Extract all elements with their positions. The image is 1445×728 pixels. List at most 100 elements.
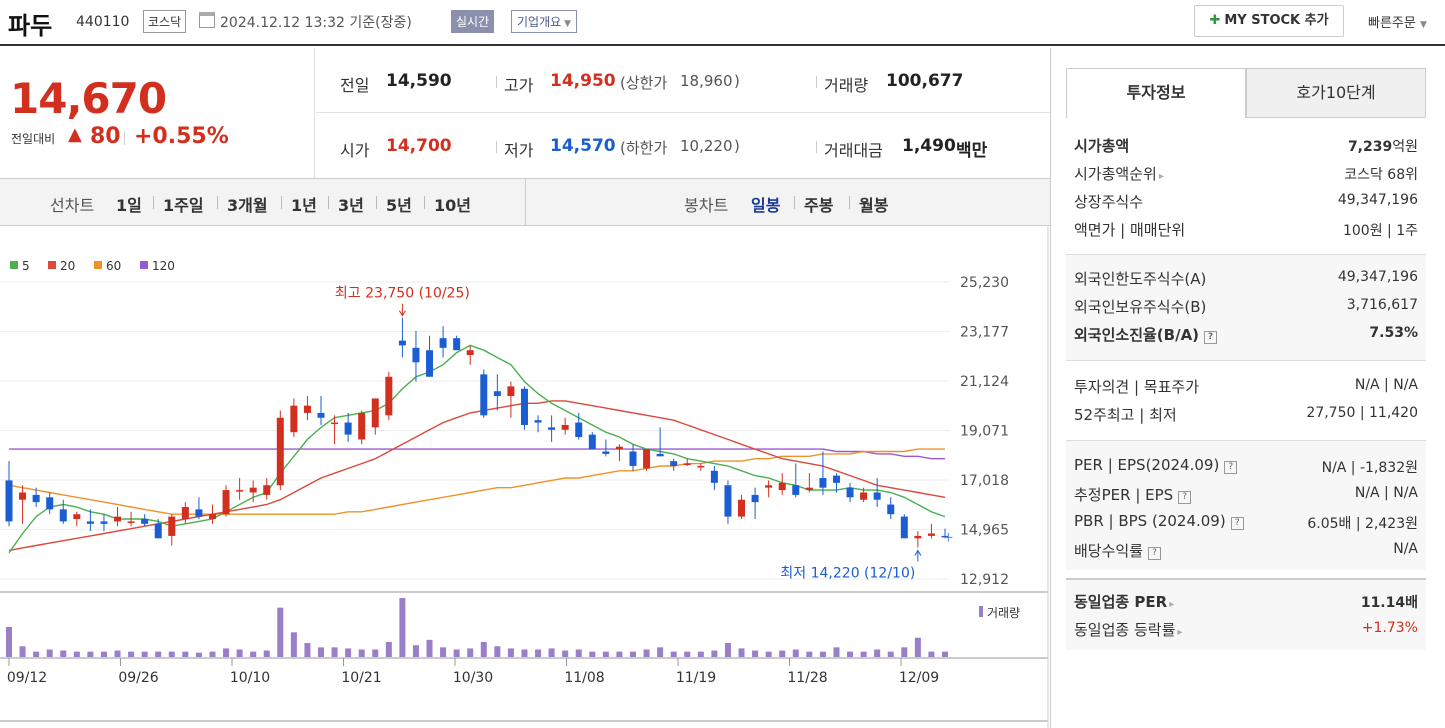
tab-candle-chart[interactable]: 봉차트	[684, 192, 728, 216]
candle-body	[59, 509, 67, 522]
candle-body	[154, 523, 162, 539]
quote-datetime: 2024.12.12 13:32 기준(장중)	[220, 15, 412, 31]
candle-body	[249, 487, 257, 493]
trade-amount-value: 1,490	[902, 136, 956, 156]
y-tick-label: 19,071	[960, 424, 1009, 440]
volume-bar	[507, 648, 514, 657]
candle-body	[222, 490, 230, 515]
mystock-add-label: MY STOCK 추가	[1224, 13, 1329, 28]
info-row: 52주최고 | 최저 27,750 | 11,420	[1066, 401, 1426, 429]
candle-body	[629, 451, 637, 466]
volume-bar	[141, 651, 148, 657]
tab-10year[interactable]: 10년	[434, 192, 471, 216]
volume-bar	[168, 651, 175, 657]
candle-body	[493, 391, 501, 397]
help-icon[interactable]: ?	[1148, 547, 1162, 560]
candle-body	[724, 485, 732, 517]
candle-body	[520, 388, 528, 425]
industry-per-label[interactable]: 동일업종 PER ▸	[1074, 591, 1174, 612]
info-row: 외국인보유주식수(B) 3,716,617	[1066, 293, 1426, 321]
market-cap-rank-label[interactable]: 시가총액순위 ▸	[1074, 163, 1164, 184]
volume-bar	[670, 651, 677, 657]
corp-info-dropdown[interactable]: 기업개요 ▼	[511, 10, 578, 33]
tab-1week[interactable]: 1주일	[163, 192, 204, 216]
candle-body	[778, 482, 786, 491]
candle-body	[805, 487, 813, 491]
stock-header: 파두 440110 코스닥 2024.12.12 13:32 기준(장중) 실시…	[0, 0, 1445, 46]
tab-weekly[interactable]: 주봉	[804, 192, 833, 216]
foreign-limit-value: 49,347,196	[1337, 269, 1418, 285]
tab-5year[interactable]: 5년	[386, 192, 412, 216]
opinion-value: N/A | N/A	[1354, 377, 1418, 393]
volume-bar	[250, 651, 257, 657]
candle-body	[561, 424, 569, 430]
candlestick-chart-svg[interactable]: 25,230 23,177 21,124 19,071 17,018 14,965 12,9…	[0, 226, 1050, 728]
volume-bar	[697, 651, 704, 657]
candle-body	[846, 487, 854, 498]
foreign-ratio-label: 외국인소진율(B/A)?	[1074, 324, 1218, 345]
candle-body	[832, 475, 840, 483]
stats-row-1: 전일 14,590 고가 14,950 (상한가 18,960 ) 거래량 10…	[316, 48, 1050, 113]
tab-invest-info[interactable]: 투자정보	[1066, 68, 1246, 118]
tab-monthly[interactable]: 월봉	[859, 192, 888, 216]
y-tick-label: 23,177	[960, 325, 1009, 341]
divider	[496, 76, 497, 88]
volume-bar	[46, 649, 53, 657]
corp-info-label: 기업개요	[517, 15, 562, 29]
y-tick-label: 14,965	[960, 523, 1009, 539]
industry-change-value: +1.73%	[1361, 620, 1418, 636]
stock-chart[interactable]: 25,230 23,177 21,124 19,071 17,018 14,965 12,9…	[0, 226, 1050, 728]
volume-bar	[724, 643, 731, 657]
volume-bar	[643, 649, 650, 657]
help-icon[interactable]: ?	[1204, 331, 1218, 344]
candle-body	[426, 350, 434, 377]
prev-close-value: 14,590	[386, 71, 452, 91]
candle-body	[670, 461, 678, 466]
foreign-holding-label: 외국인보유주식수(B)	[1074, 298, 1207, 316]
par-value-value: 100원 | 1주	[1342, 223, 1418, 239]
tab-1day[interactable]: 1일	[116, 192, 142, 216]
volume-bar	[412, 645, 419, 657]
prev-close-label: 전일	[340, 76, 370, 95]
volume-bar	[385, 641, 392, 657]
help-icon[interactable]: ?	[1224, 461, 1238, 474]
tab-3month[interactable]: 3개월	[227, 192, 268, 216]
y-tick-label: 12,912	[960, 572, 1009, 588]
volume-bar	[33, 651, 40, 657]
volume-bar	[100, 651, 107, 657]
price-change-percent: +0.55%	[134, 124, 229, 149]
volume-bar	[19, 646, 26, 657]
help-icon[interactable]: ?	[1178, 491, 1192, 504]
chevron-right-icon: ▸	[1177, 627, 1183, 638]
up-triangle-icon: ▲	[68, 124, 82, 145]
chevron-down-icon: ▼	[1419, 20, 1427, 30]
industry-change-label[interactable]: 동일업종 등락률 ▸	[1074, 619, 1182, 640]
tab-3year[interactable]: 3년	[338, 192, 364, 216]
chevron-right-icon: ▸	[1158, 171, 1164, 182]
help-icon[interactable]: ?	[1230, 517, 1244, 530]
volume-bar	[195, 652, 202, 657]
chart-tabs: 선차트 1일 1주일 3개월 1년 3년 5년 10년 봉차트 일봉 주봉 월봉	[0, 178, 1050, 226]
change-label: 전일대비	[11, 132, 56, 146]
info-row: PER | EPS(2024.09)? N/A | -1,832원	[1066, 453, 1426, 481]
candle-body	[900, 516, 908, 539]
legend-label-120: 120	[152, 259, 175, 273]
high-label: 고가	[504, 76, 534, 95]
tab-daily[interactable]: 일봉	[751, 192, 780, 216]
mystock-add-button[interactable]: ✚ MY STOCK 추가	[1194, 5, 1344, 37]
info-tabs: 투자정보 호가10단계	[1066, 68, 1426, 118]
tab-1year[interactable]: 1년	[291, 192, 317, 216]
candle-body	[195, 509, 203, 517]
tab-line-chart[interactable]: 선차트	[50, 192, 94, 216]
candle-body	[575, 422, 583, 438]
tab-orderbook[interactable]: 호가10단계	[1246, 68, 1426, 118]
info-section-1: 시가총액 7,239억원 시가총액순위 ▸ 코스닥 68위 상장주식수 49,34…	[1066, 130, 1426, 246]
volume-bar	[263, 650, 270, 657]
candle-body	[480, 374, 488, 416]
candle-body	[127, 521, 135, 523]
realtime-badge[interactable]: 실시간	[451, 10, 495, 33]
volume-bar	[752, 650, 759, 657]
open-label: 시가	[340, 141, 370, 160]
quick-order-button[interactable]: 빠른주문 ▼	[1368, 12, 1427, 31]
invest-info-panel: 투자정보 호가10단계 시가총액 7,239억원 시가총액순위 ▸ 코스닥 68위…	[1050, 48, 1445, 728]
